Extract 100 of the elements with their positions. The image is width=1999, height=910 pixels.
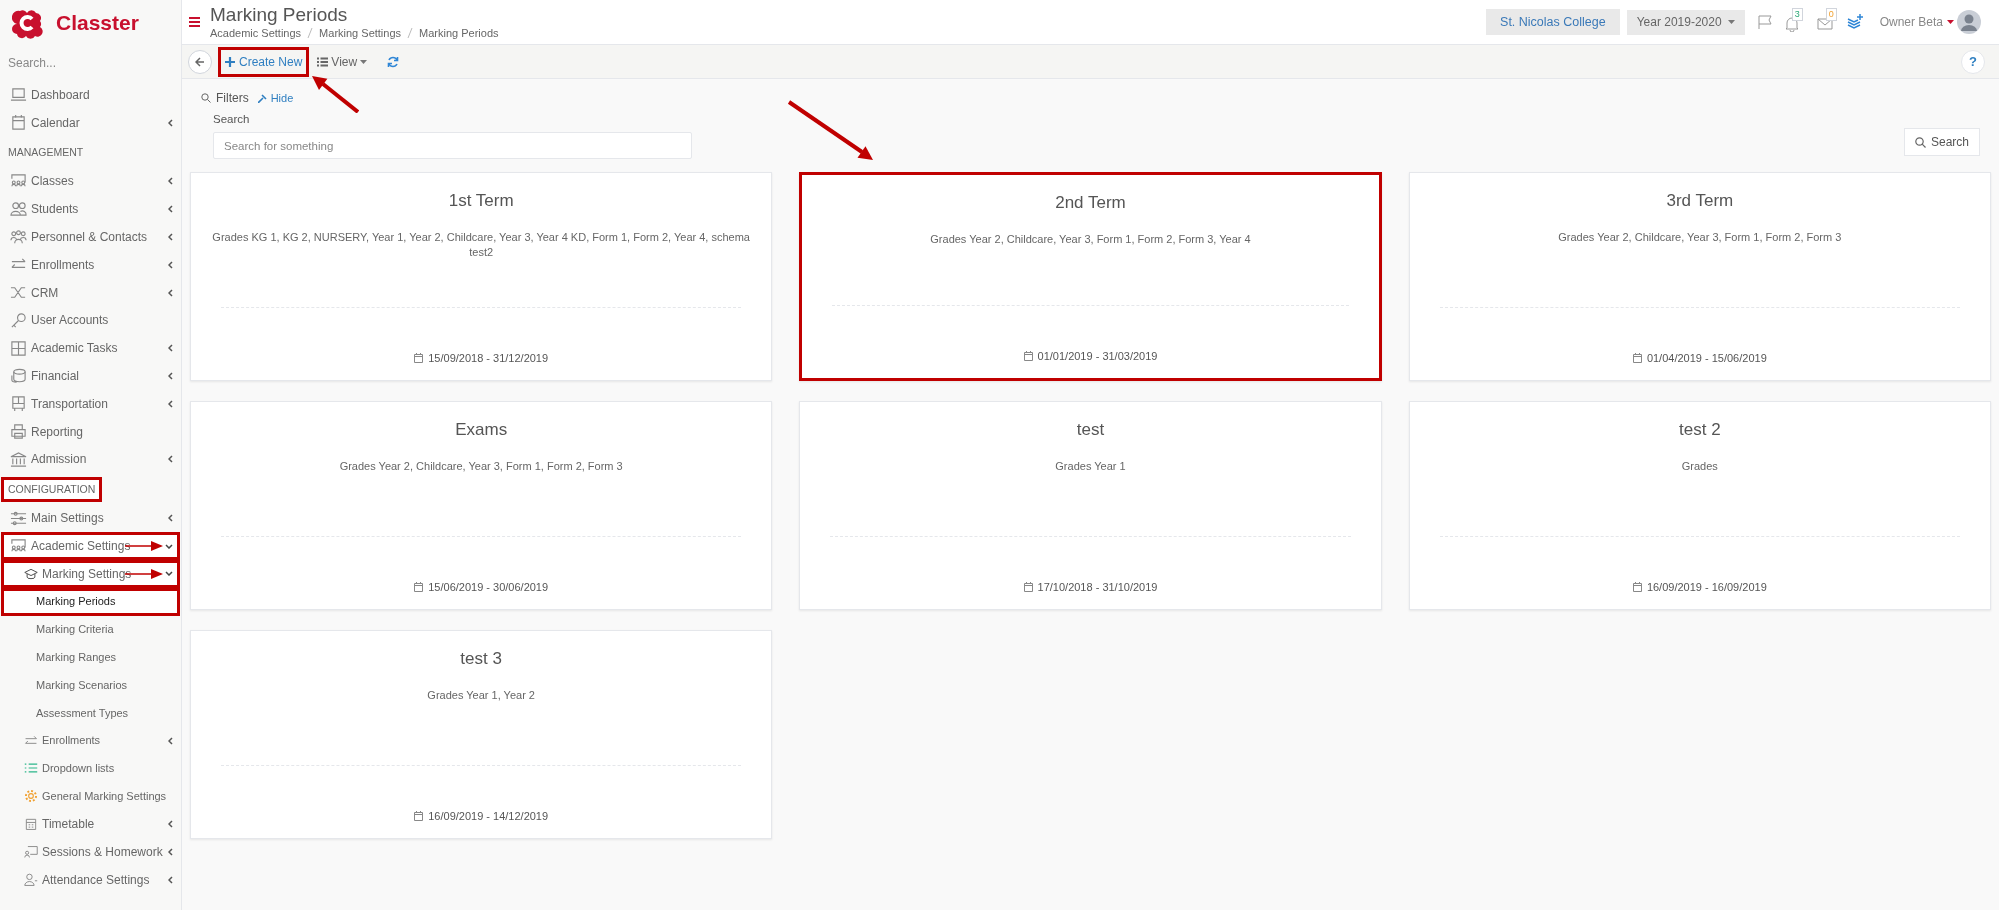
- marking-period-card[interactable]: test 3 Grades Year 1, Year 2 16/09/2019 - 14/12/2019: [190, 630, 773, 839]
- sidebar-item[interactable]: Classes: [1, 167, 180, 196]
- grades-text: Grades Year 1: [1055, 459, 1126, 474]
- grades-text: Grades Year 2, Childcare, Year 3, Form 1, Form 2, Form 3, Year 4: [930, 232, 1251, 247]
- sidebar-item[interactable]: User Accounts: [1, 306, 180, 335]
- card-title: test 2: [1679, 419, 1721, 441]
- sidebar-item[interactable]: General Marking Settings: [1, 782, 180, 811]
- breadcrumb-link[interactable]: Marking Periods: [419, 25, 499, 41]
- grades-text: Grades: [1681, 459, 1718, 474]
- sidebar-item[interactable]: Enrollments: [1, 251, 180, 279]
- filters-label: Filters: [216, 90, 249, 107]
- calendar-icon: [10, 114, 27, 132]
- marking-period-card[interactable]: test 2 Grades 16/09/2019 - 16/09/2019: [1408, 401, 1991, 610]
- sidebar-item[interactable]: Attendance Settings: [1, 865, 180, 894]
- group-icon: [10, 228, 27, 246]
- sidebar-item[interactable]: Dashboard: [1, 81, 180, 109]
- sidebar-item[interactable]: CRM: [1, 278, 180, 307]
- card-title: 2nd Term: [1055, 192, 1126, 214]
- slash-icon: [407, 28, 414, 38]
- search-field[interactable]: Search for something: [213, 132, 692, 160]
- sidebar-item[interactable]: Reporting: [1, 417, 180, 446]
- refresh-icon[interactable]: [387, 55, 400, 68]
- search-button[interactable]: Search: [1903, 128, 1980, 156]
- create-new-button[interactable]: Create New: [218, 46, 310, 77]
- date-range: 01/04/2019 - 15/06/2019: [1646, 350, 1767, 366]
- calendar-icon: [414, 581, 424, 592]
- grades-text: Grades KG 1, KG 2, NURSERY, Year 1, Year 2, Childcare, Year 3, Year 4 KD, Form 1, Form 2, Year 4, schema test2: [211, 230, 751, 260]
- sidebar-item[interactable]: Academic Tasks: [1, 334, 180, 363]
- notification-count: 3: [1791, 8, 1803, 21]
- breadcrumb-link[interactable]: Academic Settings: [210, 25, 302, 41]
- calendar-icon: [1023, 350, 1033, 361]
- sidebar-item[interactable]: Dropdown lists: [1, 754, 180, 783]
- help-button[interactable]: ?: [1961, 49, 1985, 74]
- sidebar-item[interactable]: Marking Ranges: [1, 643, 180, 672]
- marking-period-card[interactable]: Exams Grades Year 2, Childcare, Year 3, Form 1, Form 2, Form 3 15/06/2019 - 30/06/2019: [190, 401, 773, 610]
- sliders-icon: [10, 509, 27, 527]
- sidebar-item[interactable]: Assessment Types: [1, 698, 180, 727]
- hide-filters-link[interactable]: Hide: [257, 89, 294, 107]
- caret-icon: [1727, 20, 1735, 24]
- card-title: Exams: [455, 419, 508, 441]
- view-dropdown[interactable]: View: [317, 52, 368, 71]
- card-title: test: [1076, 419, 1105, 441]
- avatar-icon[interactable]: [1957, 10, 1981, 34]
- sidebar-search-field[interactable]: Search...: [8, 52, 173, 74]
- calendar-icon: [1023, 581, 1033, 592]
- calendar-icon: [414, 352, 424, 363]
- grades-text: Grades Year 1, Year 2: [427, 688, 535, 703]
- grid-icon: [10, 339, 27, 357]
- date-range: 16/09/2019 - 14/12/2019: [428, 808, 549, 824]
- bank-icon: [10, 450, 27, 468]
- sidebar-item[interactable]: Marking Scenarios: [1, 671, 180, 699]
- sidebar-item[interactable]: Personnel & Contacts: [1, 223, 180, 251]
- calendar-icon: [414, 810, 424, 821]
- key-icon: [10, 311, 27, 329]
- sidebar-item[interactable]: Marking Criteria: [1, 615, 180, 644]
- printer-icon: [10, 423, 27, 441]
- sidebar-item[interactable]: Admission: [1, 445, 180, 474]
- layers-plus-icon[interactable]: [1846, 14, 1863, 30]
- date-range: 01/01/2019 - 31/03/2019: [1037, 348, 1158, 364]
- marking-period-card[interactable]: 2nd Term Grades Year 2, Childcare, Year 3, Form 1, Form 2, Form 3, Year 4 01/01/2019 - 31/03/2019: [799, 172, 1382, 381]
- sidebar-item[interactable]: Calendar: [1, 108, 180, 137]
- marking-period-card[interactable]: 3rd Term Grades Year 2, Childcare, Year 3, Form 1, Form 2, Form 3 01/04/2019 - 15/06/2019: [1408, 172, 1991, 381]
- year-dropdown[interactable]: Year 2019-2020: [1626, 9, 1745, 35]
- sidebar-item[interactable]: Main Settings: [1, 504, 180, 533]
- flag-icon[interactable]: [1756, 14, 1773, 30]
- school-button[interactable]: St. Nicolas College: [1486, 9, 1620, 35]
- marking-period-card[interactable]: 1st Term Grades KG 1, KG 2, NURSERY, Year 1, Year 2, Childcare, Year 3, Year 4 KD, Form 1, Form 2, Year 4, schema test2 15/09/2018 - 31/12/2019: [190, 172, 773, 381]
- sidebar-item[interactable]: Students: [1, 195, 180, 224]
- sidebar-item[interactable]: Timetable: [1, 810, 180, 838]
- caret-icon: [360, 59, 368, 64]
- caret-icon[interactable]: [1947, 20, 1954, 24]
- calendar-icon: [1632, 581, 1642, 592]
- search-icon: [1914, 136, 1926, 148]
- back-arrow-icon: [195, 56, 205, 67]
- message-count: 0: [1825, 8, 1837, 21]
- sidebar-item[interactable]: Enrollments: [1, 726, 180, 755]
- list-icon: [317, 56, 329, 67]
- card-title: 3rd Term: [1666, 190, 1734, 212]
- user-name[interactable]: Owner Beta: [1879, 13, 1943, 31]
- sidebar-item[interactable]: Transportation: [1, 389, 180, 418]
- plus-icon: [225, 56, 235, 67]
- date-range: 15/06/2019 - 30/06/2019: [428, 579, 549, 595]
- date-range: 16/09/2019 - 16/09/2019: [1646, 579, 1767, 595]
- sidebar-item[interactable]: Marking Periods: [1, 587, 180, 616]
- sidebar-item[interactable]: Financial: [1, 362, 180, 390]
- sidebar-item[interactable]: Sessions & Homework: [1, 837, 180, 866]
- bell-icon[interactable]: [1784, 16, 1799, 32]
- users-icon: [10, 200, 27, 218]
- grades-text: Grades Year 2, Childcare, Year 3, Form 1, Form 2, Form 3: [339, 459, 623, 474]
- marking-period-card[interactable]: test Grades Year 1 17/10/2018 - 31/10/2019: [799, 401, 1382, 610]
- calendar-icon: [1632, 352, 1642, 363]
- page-title: Marking Periods: [210, 3, 349, 26]
- user-icon: [24, 872, 38, 887]
- date-range: 15/09/2018 - 31/12/2019: [428, 350, 549, 366]
- menu-icon[interactable]: [189, 17, 200, 27]
- back-button[interactable]: [188, 49, 212, 74]
- breadcrumb-link[interactable]: Marking Settings: [319, 25, 402, 41]
- envelope-icon[interactable]: [1816, 18, 1833, 30]
- sidebar-item[interactable]: Marking Settings: [1, 559, 180, 588]
- sidebar-item[interactable]: Academic Settings: [1, 532, 180, 560]
